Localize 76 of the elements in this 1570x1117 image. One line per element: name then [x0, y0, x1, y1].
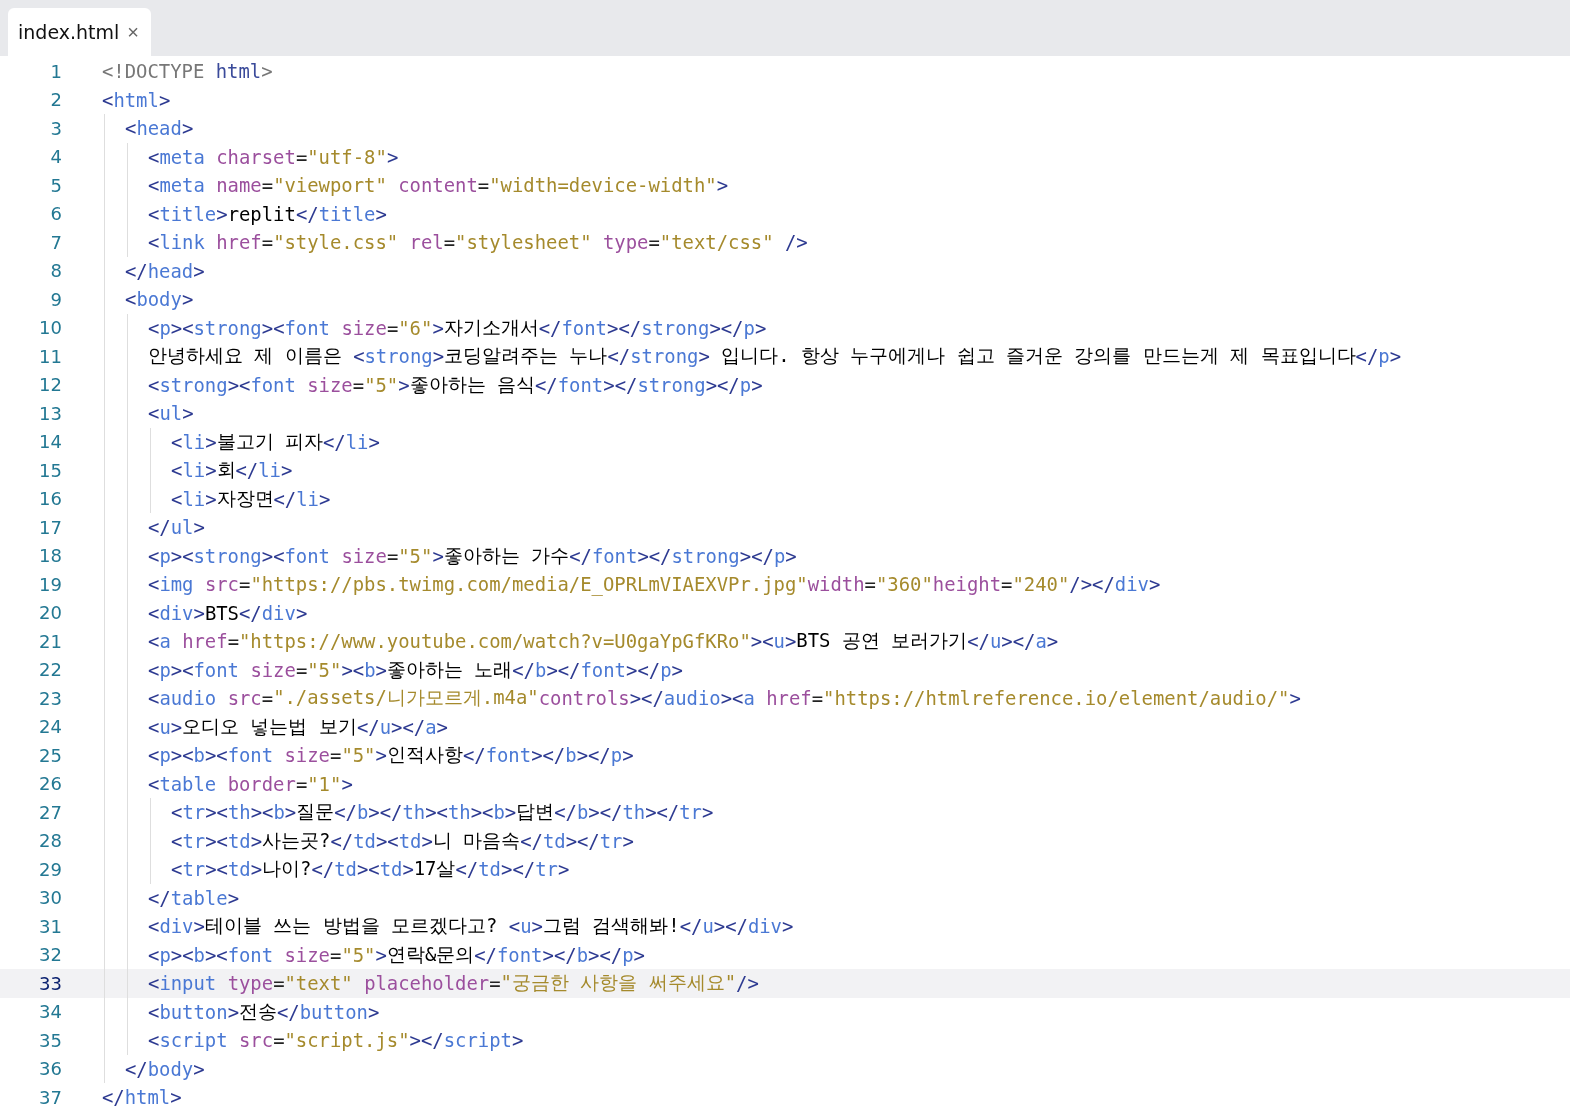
line-number: 24 [38, 716, 62, 738]
code-line: </body> [125, 1056, 205, 1082]
line-number: 8 [49, 260, 62, 282]
code-line: <audio src="./assets/니가모르게.m4a"controls></audio><a href="https://htmlreference.io/element/audio/"> [148, 685, 1301, 712]
code-line: <p><font size="5"><b>좋아하는 노래</b></font></p> [148, 656, 683, 683]
line-number: 5 [49, 174, 62, 196]
line-number: 21 [38, 630, 62, 652]
code-line: </ul> [148, 515, 205, 541]
code-line: <input type="text" placeholder="궁금한 사항을 써주세요"/> [148, 970, 759, 997]
code-line: </html> [102, 1085, 182, 1111]
line-number: 28 [38, 830, 62, 852]
line-number: 9 [49, 288, 62, 310]
line-number: 22 [38, 659, 62, 681]
code-line: <p><strong><font size="6">자기소개서</font></strong></p> [148, 314, 767, 341]
line-number: 35 [38, 1029, 62, 1051]
code-line: <div>테이블 쓰는 방법을 모르겠다고? <u>그럼 검색해봐!</u></div> [148, 913, 794, 940]
code-line: <p><b><font size="5">연락&문의</font></b></p> [148, 941, 645, 968]
line-number: 25 [38, 744, 62, 766]
close-button[interactable]: × [127, 22, 139, 42]
line-number: 6 [49, 203, 62, 225]
line-number: 11 [38, 345, 62, 367]
code-line: <strong><font size="5">좋아하는 음식</font></strong></p> [148, 371, 763, 398]
line-number: 18 [38, 545, 62, 567]
code-line: 안녕하세요 제 이름은 <strong>코딩알려주는 누나</strong> 입니다. 항상 누구에게나 쉽고 즐거운 강의를 만드는게 제 목표입니다</p> [148, 343, 1402, 370]
line-number: 34 [38, 1001, 62, 1023]
line-number: 26 [38, 773, 62, 795]
code-line: <tr><th><b>질문</b></th><th><b>답변</b></th></tr> [171, 799, 714, 826]
code-line: <u>오디오 넣는법 보기</u></a> [148, 713, 448, 740]
line-number: 17 [38, 516, 62, 538]
code-line: </table> [148, 885, 239, 911]
line-number: 37 [38, 1086, 62, 1108]
line-number: 33 [38, 972, 62, 994]
line-number: 23 [38, 687, 62, 709]
code-line: <li>불고기 피자</li> [171, 428, 380, 455]
line-number: 16 [38, 488, 62, 510]
code-line: <div>BTS</div> [148, 600, 308, 626]
line-number: 20 [38, 602, 62, 624]
line-number: 12 [38, 374, 62, 396]
code-line: <body> [125, 287, 194, 313]
line-number: 13 [38, 402, 62, 424]
code-line: <p><strong><font size="5">좋아하는 가수</font></strong></p> [148, 542, 797, 569]
code-line: <title>replit</title> [148, 201, 387, 227]
code-line: <script src="script.js"></script> [148, 1028, 524, 1054]
line-number: 19 [38, 573, 62, 595]
code-line: <li>회</li> [171, 457, 293, 484]
line-number: 4 [49, 146, 62, 168]
line-number: 31 [38, 915, 62, 937]
line-number: 15 [38, 459, 62, 481]
line-number: 36 [38, 1058, 62, 1080]
code-line: <link href="style.css" rel="stylesheet" type="text/css" /> [148, 230, 808, 256]
code-line: <meta name="viewport" content="width=device-width"> [148, 173, 729, 199]
code-line: <button>전송</button> [148, 998, 380, 1025]
code-line: <tr><td>나이?</td><td>17살</td></tr> [171, 856, 570, 883]
line-number: 27 [38, 801, 62, 823]
code-line: <html> [102, 87, 171, 113]
code-line: <p><b><font size="5">인적사항</font></b></p> [148, 742, 634, 769]
line-number: 7 [49, 231, 62, 253]
line-number: 29 [38, 858, 62, 880]
code-line: <meta charset="utf-8"> [148, 144, 399, 170]
line-number: 32 [38, 944, 62, 966]
line-number: 2 [49, 89, 62, 111]
code-line: <tr><td>사는곳?</td><td>니 마음속</td></tr> [171, 827, 634, 854]
code-line: <head> [125, 116, 194, 142]
code-line: <a href="https://www.youtube.com/watch?v=U0gaYpGfKRo"><u>BTS 공연 보러가기</u></a> [148, 628, 1059, 655]
line-number: 10 [38, 317, 62, 339]
code-line: <li>자장면</li> [171, 485, 331, 512]
code-line: </head> [125, 258, 205, 284]
line-number: 30 [38, 887, 62, 909]
code-line: <ul> [148, 401, 194, 427]
line-number: 1 [49, 60, 62, 82]
code-line: <table border="1"> [148, 771, 353, 797]
line-number: 3 [49, 117, 62, 139]
file-tab[interactable]: index.html × [8, 8, 151, 56]
code-line: <!DOCTYPE html> [102, 59, 273, 85]
line-number: 14 [38, 431, 62, 453]
code-line: <img src="https://pbs.twimg.com/media/E_OPRLmVIAEXVPr.jpg"width="360"height="240"/></div> [148, 572, 1161, 598]
